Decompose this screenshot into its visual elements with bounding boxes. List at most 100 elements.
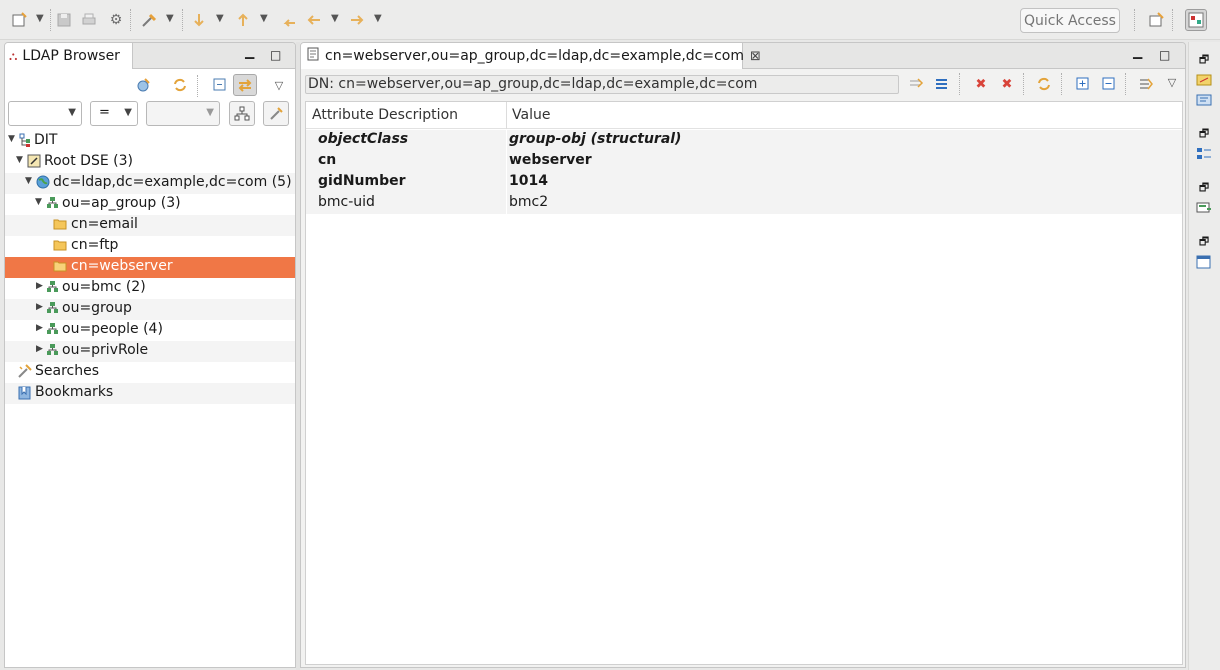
restore-icon[interactable]: 🗗 <box>1195 126 1213 142</box>
collapse-all-icon[interactable] <box>210 75 230 95</box>
tree-item-label: cn=email <box>71 216 138 232</box>
expand-toggle-icon[interactable]: ▶ <box>36 323 43 333</box>
tree-item-cn-webserver[interactable]: cn=webserver <box>5 257 295 278</box>
table-row[interactable]: objectClass group-obj (structural) <box>306 130 1182 151</box>
tree-item-searches[interactable]: Searches <box>5 362 295 383</box>
tree-item-ou-ap-group[interactable]: ▼ ou=ap_group (3) <box>5 194 295 215</box>
refresh-icon[interactable] <box>170 75 190 95</box>
ldap-browser-tab-label: LDAP Browser <box>22 48 120 64</box>
run-dropdown-arrow-icon[interactable]: ▼ <box>166 13 174 24</box>
open-in-view-icon[interactable] <box>1137 75 1155 93</box>
maximize-icon[interactable]: □ <box>270 48 281 62</box>
expand-toggle-icon[interactable]: ▶ <box>36 281 43 291</box>
tab-ldap-browser[interactable]: ⛬ LDAP Browser <box>5 43 133 69</box>
tree-item-ou-bmc[interactable]: ▶ ou=bmc (2) <box>5 278 295 299</box>
filter-attribute-combo[interactable]: ▼ <box>8 101 82 126</box>
forward-dropdown-icon[interactable]: ▼ <box>374 13 382 24</box>
settings-icon[interactable]: ⚙ <box>107 11 125 29</box>
ldap-schema-icon[interactable] <box>1195 92 1213 108</box>
close-tab-icon[interactable]: ⊠ <box>750 49 761 64</box>
back-dropdown-icon[interactable]: ▼ <box>331 13 339 24</box>
tree-item-label: Root DSE (3) <box>44 153 133 169</box>
attribute-name: objectClass <box>318 131 409 147</box>
editor-toolbar-separator <box>1023 73 1024 95</box>
clear-filter-button[interactable] <box>263 101 289 126</box>
new-dropdown-arrow-icon[interactable]: ▼ <box>36 13 44 24</box>
delete-all-values-icon[interactable]: ✖ <box>998 75 1016 93</box>
link-with-editor-icon[interactable] <box>233 74 257 96</box>
editor-toolbar-separator <box>1125 73 1126 95</box>
show-decorated-values-icon[interactable] <box>907 75 925 93</box>
folder-icon <box>53 259 67 276</box>
table-row[interactable]: bmc-uid bmc2 <box>306 193 1182 214</box>
tree-item-base-dn[interactable]: ▼ dc=ldap,dc=example,dc=com (5) <box>5 173 295 194</box>
expand-toggle-icon[interactable]: ▼ <box>8 134 15 144</box>
ldap-perspective-icon[interactable] <box>1185 9 1207 31</box>
minimize-icon[interactable]: ▁ <box>245 45 254 59</box>
tree-item-ou-group[interactable]: ▶ ou=group <box>5 299 295 320</box>
tree-item-ou-privrole[interactable]: ▶ ou=privRole <box>5 341 295 362</box>
table-row[interactable]: cn webserver <box>306 151 1182 172</box>
tree-item-label: ou=group <box>62 300 132 316</box>
back-icon[interactable] <box>305 11 323 29</box>
open-perspective-icon[interactable] <box>1147 11 1165 29</box>
chevron-down-icon: ▼ <box>68 107 76 118</box>
expand-all-icon[interactable] <box>1074 75 1092 93</box>
next-annotation-dropdown-icon[interactable]: ▼ <box>216 13 224 24</box>
view-menu-icon[interactable]: ▽ <box>269 75 289 95</box>
modification-logs-icon[interactable] <box>1195 200 1213 216</box>
collapse-all-icon[interactable] <box>1100 75 1118 93</box>
expand-toggle-icon[interactable]: ▼ <box>25 176 32 186</box>
new-connection-icon[interactable] <box>133 75 153 95</box>
refresh-entry-icon[interactable] <box>1035 75 1053 93</box>
filter-value-combo[interactable]: ▼ <box>146 101 220 126</box>
expand-toggle-icon[interactable]: ▶ <box>36 302 43 312</box>
attribute-value[interactable]: group-obj (structural) <box>509 131 681 147</box>
run-icon[interactable] <box>140 11 158 29</box>
tree-item-bookmarks[interactable]: Bookmarks <box>5 383 295 404</box>
show-operational-attributes-icon[interactable] <box>933 75 951 93</box>
table-row[interactable]: gidNumber 1014 <box>306 172 1182 193</box>
quick-access-field[interactable] <box>1020 8 1120 33</box>
maximize-icon[interactable]: □ <box>1159 48 1170 62</box>
attributes-table-header: Attribute Description Value <box>306 102 1182 129</box>
toolbar-separator <box>1172 9 1173 31</box>
next-annotation-icon[interactable] <box>190 11 208 29</box>
ou-icon <box>46 343 59 360</box>
previous-annotation-icon[interactable] <box>234 11 252 29</box>
previous-annotation-dropdown-icon[interactable]: ▼ <box>260 13 268 24</box>
tree-item-cn-ftp[interactable]: cn=ftp <box>5 236 295 257</box>
minimize-icon[interactable]: ▁ <box>1133 45 1142 59</box>
column-header-value[interactable]: Value <box>506 102 550 129</box>
progress-view-icon[interactable] <box>1195 254 1213 270</box>
restore-icon[interactable]: 🗗 <box>1195 180 1213 196</box>
column-header-attribute[interactable]: Attribute Description <box>306 102 458 129</box>
tab-entry-editor[interactable]: cn=webserver,ou=ap_group,dc=ldap,dc=exam… <box>301 43 761 69</box>
attribute-value[interactable]: webserver <box>509 152 592 168</box>
expand-toggle-icon[interactable]: ▶ <box>36 344 43 354</box>
tree-item-cn-email[interactable]: cn=email <box>5 215 295 236</box>
tree-item-dit[interactable]: ▼ DIT <box>5 131 295 152</box>
expand-toggle-icon[interactable]: ▼ <box>16 155 23 165</box>
last-edit-icon[interactable] <box>280 11 298 29</box>
quick-search-button[interactable] <box>229 101 255 126</box>
save-icon[interactable] <box>55 11 73 29</box>
expand-toggle-icon[interactable]: ▼ <box>35 197 42 207</box>
ldap-connections-icon[interactable] <box>1195 72 1213 88</box>
ldap-browser-toolbar: ▽ <box>5 70 295 100</box>
bookmarks-icon <box>17 385 33 404</box>
attribute-value[interactable]: 1014 <box>509 173 548 189</box>
attribute-value[interactable]: bmc2 <box>509 194 548 210</box>
new-wizard-icon[interactable] <box>10 11 28 29</box>
ldap-browser-tab-icon: ⛬ <box>9 48 18 63</box>
print-icon[interactable] <box>80 11 98 29</box>
tree-item-ou-people[interactable]: ▶ ou=people (4) <box>5 320 295 341</box>
restore-icon[interactable]: 🗗 <box>1195 52 1213 68</box>
delete-value-icon[interactable]: ✖ <box>972 75 990 93</box>
forward-icon[interactable] <box>348 11 366 29</box>
tree-item-root-dse[interactable]: ▼ Root DSE (3) <box>5 152 295 173</box>
outline-icon[interactable] <box>1195 146 1213 162</box>
restore-icon[interactable]: 🗗 <box>1195 234 1213 250</box>
editor-view-menu-icon[interactable]: ▽ <box>1163 73 1181 91</box>
filter-operator-combo[interactable]: = ▼ <box>90 101 138 126</box>
